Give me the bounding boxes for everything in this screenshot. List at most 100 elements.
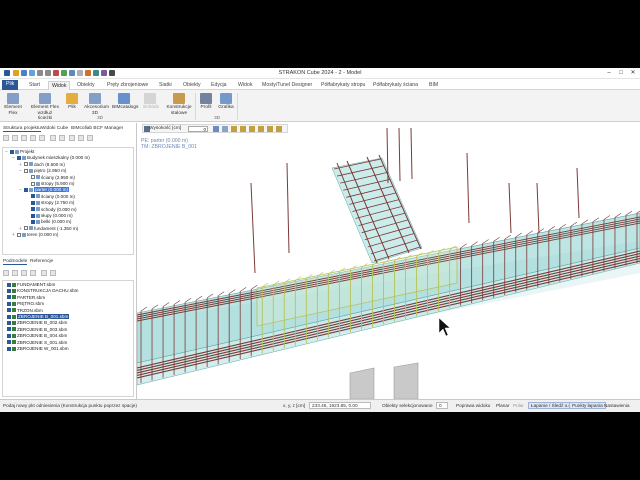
status-planar[interactable]: Planar: [496, 403, 510, 408]
properties-icon[interactable]: [78, 135, 84, 141]
zoom-icon[interactable]: [231, 126, 237, 132]
tab-siatki[interactable]: Siatki: [156, 81, 175, 90]
insert-icon[interactable]: [30, 135, 36, 141]
tree-node[interactable]: ściany (0.000 m): [26, 194, 75, 200]
visibility-checkbox[interactable]: [31, 200, 35, 205]
tab-project-structure[interactable]: Struktura projektu: [3, 126, 41, 132]
konstrukcje-stalowe-button[interactable]: Konstrukcje stalowe: [166, 93, 192, 116]
status-punkty-apania[interactable]: Punkty łapania: [569, 402, 606, 409]
plik-button[interactable]: Plik: [66, 93, 78, 111]
minimize-button[interactable]: –: [604, 69, 614, 77]
filter-icon[interactable]: [87, 135, 93, 141]
submodel-item[interactable]: FUNDAMENT.sbm: [7, 282, 55, 288]
loaded-checkbox[interactable]: [7, 320, 11, 325]
visibility-checkbox[interactable]: [24, 187, 28, 192]
unload-icon[interactable]: [12, 270, 18, 276]
pin-icon[interactable]: [41, 270, 47, 276]
tab-widok[interactable]: Widok: [235, 81, 255, 90]
3d-viewport[interactable]: Wysokość [cm] 0 PE: parter (0.000 m) TM:…: [137, 123, 640, 399]
tree-node[interactable]: − parter (0.000 m): [19, 187, 69, 193]
loaded-checkbox[interactable]: [7, 346, 11, 351]
submodel-item[interactable]: ZBROJENIE B_004.sbm: [7, 333, 67, 339]
copy-icon[interactable]: [69, 135, 75, 141]
snap-icon[interactable]: [213, 126, 219, 132]
zoom-window-icon[interactable]: [267, 126, 273, 132]
tree-node[interactable]: słupy (0.000 m): [26, 213, 73, 219]
tree-node[interactable]: + dach (8.600 m): [19, 162, 65, 168]
visibility-checkbox[interactable]: [24, 226, 28, 231]
submodel-item[interactable]: KONSTRUKCJA DACHU.sbm: [7, 288, 79, 294]
submodel-item[interactable]: ZBROJENIE W_001.sbm: [7, 346, 69, 352]
submodel-item[interactable]: ZBROJENIE B_003.sbm: [7, 327, 67, 333]
coordinate-field[interactable]: 233.46, 1923.85, 0.00: [309, 402, 371, 409]
tree-node[interactable]: ściany (2.950 m): [26, 175, 75, 181]
submodel-item[interactable]: ZBROJENIE B_002.sbm: [7, 320, 67, 326]
bimcatalogs-button[interactable]: BIMcatalogs: [112, 93, 138, 111]
tree-node[interactable]: + fundament (-1.350 m): [19, 226, 78, 232]
status-polar[interactable]: Polar: [513, 403, 524, 408]
tab-start[interactable]: Start: [26, 81, 43, 90]
model-scene[interactable]: [137, 123, 640, 399]
element-flex-button[interactable]: Element Flex: [3, 93, 23, 116]
tab-plik[interactable]: Plik: [2, 80, 19, 90]
tree-node[interactable]: belki (0.000 m): [26, 219, 71, 225]
close-button[interactable]: ✕: [628, 69, 638, 77]
tab-obiekty[interactable]: Obiekty: [74, 81, 98, 90]
pan-icon[interactable]: [276, 126, 282, 132]
tree-node[interactable]: − Projekt: [5, 149, 34, 155]
maximize-button[interactable]: □: [616, 69, 626, 77]
loaded-checkbox[interactable]: [7, 333, 11, 338]
loaded-checkbox[interactable]: [7, 327, 11, 332]
submodel-item[interactable]: ZBROJENIE B_001.sbm: [7, 314, 70, 320]
visibility-checkbox[interactable]: [24, 162, 28, 167]
zoom-in-icon[interactable]: [240, 126, 246, 132]
loaded-checkbox[interactable]: [7, 301, 11, 306]
link-icon[interactable]: [30, 270, 36, 276]
visibility-checkbox[interactable]: [31, 213, 35, 218]
akcesorium-3d-button[interactable]: Akcesorium 3D: [84, 93, 109, 116]
loaded-checkbox[interactable]: [7, 282, 11, 287]
status-poprawa-widoku[interactable]: Poprawa widoku: [456, 403, 490, 408]
tree-node[interactable]: − piętro (2.950 m): [19, 168, 66, 174]
tab-mosty-tunel-designer[interactable]: Mosty/Tunel Designer: [259, 81, 315, 90]
unpin-icon[interactable]: [50, 270, 56, 276]
visibility-checkbox[interactable]: [24, 168, 28, 173]
visibility-checkbox[interactable]: [31, 207, 35, 212]
new-folder-icon[interactable]: [3, 135, 9, 141]
reload-icon[interactable]: [21, 270, 27, 276]
visibility-checkbox[interactable]: [31, 175, 35, 180]
profil-button[interactable]: Profil: [199, 93, 213, 111]
tree-node[interactable]: stropy (2.750 m): [26, 200, 74, 206]
tab-po-fabrykaty-stropu[interactable]: Półfabrykaty stropu: [318, 81, 368, 90]
submodel-item[interactable]: PIĘTRO.sbm: [7, 301, 44, 307]
tree-node[interactable]: stropy (5.900 m): [26, 181, 74, 187]
tab-pre-ty-zbrojeniowe[interactable]: Pręty zbrojeniowe: [104, 81, 151, 90]
delete-icon[interactable]: [59, 135, 65, 141]
visibility-checkbox[interactable]: [17, 232, 21, 237]
move-down-icon[interactable]: [21, 135, 27, 141]
submodel-item[interactable]: PARTER.sbm: [7, 295, 45, 301]
tab-bim[interactable]: BIM: [426, 81, 441, 90]
tab-edycja[interactable]: Edycja: [208, 81, 230, 90]
zoom-all-icon[interactable]: [258, 126, 264, 132]
visibility-checkbox[interactable]: [17, 155, 21, 160]
tab-widok[interactable]: Widok: [48, 81, 71, 90]
edit-icon[interactable]: [39, 135, 45, 141]
tab-cube-views[interactable]: Widoki Cube: [41, 126, 68, 131]
move-up-icon[interactable]: [12, 135, 18, 141]
loaded-checkbox[interactable]: [7, 295, 11, 300]
loaded-checkbox[interactable]: [7, 314, 11, 319]
visibility-checkbox[interactable]: [10, 149, 14, 154]
visibility-checkbox[interactable]: [31, 219, 35, 224]
submodel-item[interactable]: TRZON.sbm: [7, 308, 43, 314]
tab-bcf-manager[interactable]: BIMcollab BCF Manager: [71, 126, 123, 131]
visibility-checkbox[interactable]: [31, 194, 35, 199]
element-flex-wzd-uz-s-ciez-ki-button[interactable]: Element Flex wzdłuż ścieżki: [30, 93, 60, 122]
tab-referencje[interactable]: Referencje: [30, 259, 53, 264]
loaded-checkbox[interactable]: [7, 340, 11, 345]
loaded-checkbox[interactable]: [7, 308, 11, 313]
tab-po-fabrykaty-s-ciana[interactable]: Półfabrykaty ściana: [370, 81, 421, 90]
tree-node[interactable]: + teren (0.000 m): [12, 232, 58, 238]
grafika-button[interactable]: Grafika: [218, 93, 234, 111]
add-level-icon[interactable]: [50, 135, 56, 141]
